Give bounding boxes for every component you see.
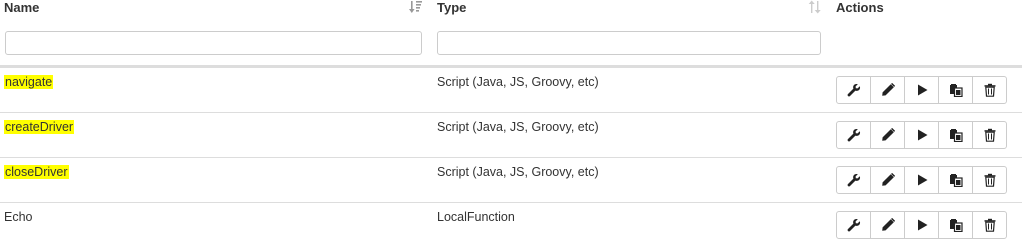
- row-name[interactable]: navigate: [4, 75, 54, 89]
- row-divider: [0, 202, 1022, 203]
- row-actions: [836, 211, 1007, 239]
- type-filter-input[interactable]: [437, 31, 821, 55]
- play-icon: [917, 84, 927, 96]
- wrench-icon: [847, 83, 860, 97]
- edit-button[interactable]: [870, 166, 905, 194]
- wrench-icon: [847, 218, 860, 232]
- table-row-createDriver[interactable]: createDriver Script (Java, JS, Groovy, e…: [0, 113, 1022, 158]
- row-divider: [0, 157, 1022, 158]
- row-actions: [836, 121, 1007, 149]
- play-icon: [917, 219, 927, 231]
- pencil-icon: [881, 218, 895, 231]
- table-row-Echo[interactable]: Echo LocalFunction: [0, 203, 1022, 248]
- delete-button[interactable]: [972, 166, 1007, 194]
- row-name-text: Echo: [4, 210, 33, 224]
- sort-desc-icon[interactable]: [409, 0, 423, 14]
- configure-button[interactable]: [836, 121, 871, 149]
- configure-button[interactable]: [836, 166, 871, 194]
- copy-button[interactable]: [938, 121, 973, 149]
- row-name-text: createDriver: [4, 120, 75, 134]
- run-button[interactable]: [904, 166, 939, 194]
- row-actions: [836, 166, 1007, 194]
- edit-button[interactable]: [870, 121, 905, 149]
- table-row-navigate[interactable]: navigate Script (Java, JS, Groovy, etc): [0, 68, 1022, 113]
- pencil-icon: [881, 173, 895, 186]
- pencil-icon: [881, 83, 895, 96]
- copy-icon: [949, 174, 963, 187]
- row-type: Script (Java, JS, Groovy, etc): [437, 165, 599, 179]
- trash-icon: [984, 83, 995, 97]
- trash-icon: [984, 128, 995, 142]
- delete-button[interactable]: [972, 211, 1007, 239]
- edit-button[interactable]: [870, 211, 905, 239]
- configure-button[interactable]: [836, 211, 871, 239]
- column-header-name[interactable]: Name: [4, 0, 39, 15]
- row-name[interactable]: closeDriver: [4, 165, 69, 179]
- delete-button[interactable]: [972, 76, 1007, 104]
- copy-button[interactable]: [938, 166, 973, 194]
- row-name-text: closeDriver: [4, 165, 69, 179]
- row-type: Script (Java, JS, Groovy, etc): [437, 75, 599, 89]
- row-type: Script (Java, JS, Groovy, etc): [437, 120, 599, 134]
- row-type: LocalFunction: [437, 210, 515, 224]
- trash-icon: [984, 218, 995, 232]
- copy-icon: [949, 84, 963, 97]
- row-name[interactable]: Echo: [4, 210, 33, 224]
- play-icon: [917, 174, 927, 186]
- run-button[interactable]: [904, 211, 939, 239]
- play-icon: [917, 129, 927, 141]
- pencil-icon: [881, 128, 895, 141]
- row-actions: [836, 76, 1007, 104]
- row-divider: [0, 112, 1022, 113]
- edit-button[interactable]: [870, 76, 905, 104]
- delete-button[interactable]: [972, 121, 1007, 149]
- row-name[interactable]: createDriver: [4, 120, 75, 134]
- table-row-closeDriver[interactable]: closeDriver Script (Java, JS, Groovy, et…: [0, 158, 1022, 203]
- wrench-icon: [847, 173, 860, 187]
- copy-icon: [949, 129, 963, 142]
- configure-button[interactable]: [836, 76, 871, 104]
- column-header-actions: Actions: [836, 0, 884, 15]
- sort-icon[interactable]: [808, 0, 822, 14]
- run-button[interactable]: [904, 76, 939, 104]
- copy-button[interactable]: [938, 76, 973, 104]
- name-filter-input[interactable]: [5, 31, 422, 55]
- run-button[interactable]: [904, 121, 939, 149]
- column-header-type[interactable]: Type: [437, 0, 466, 15]
- row-name-text: navigate: [4, 75, 54, 89]
- trash-icon: [984, 173, 995, 187]
- wrench-icon: [847, 128, 860, 142]
- copy-button[interactable]: [938, 211, 973, 239]
- copy-icon: [949, 219, 963, 232]
